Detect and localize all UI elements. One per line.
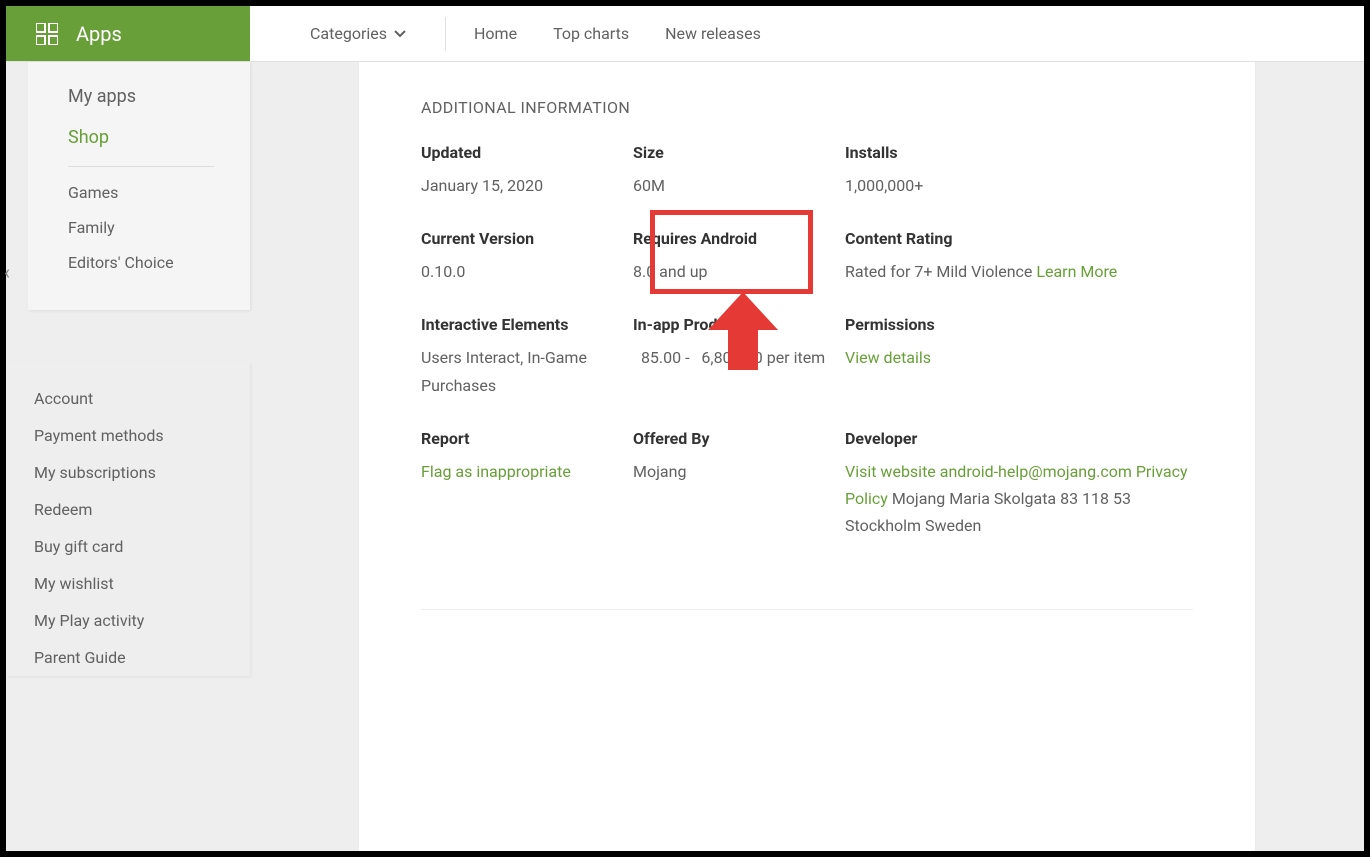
content-rating-line: Rated for 7+ [845,262,932,281]
top-bar: Apps Categories Home Top charts New rele… [6,6,1364,62]
info-label: Size [633,143,845,162]
brand-apps[interactable]: Apps [6,6,250,61]
sidebar-item-my-subscriptions[interactable]: My subscriptions [6,454,250,491]
info-label: Requires Android [633,229,845,248]
sidebar-divider [68,166,214,167]
nav-home[interactable]: Home [474,24,517,43]
sidebar-item-my-wishlist[interactable]: My wishlist [6,565,250,602]
sidebar-item-my-play-activity[interactable]: My Play activity [6,602,250,639]
view-details-link[interactable]: View details [845,348,931,367]
sidebar-item-editors-choice[interactable]: Editors' Choice [28,245,250,280]
learn-more-link[interactable]: Learn More [1036,262,1117,281]
sidebar-item-buy-gift-card[interactable]: Buy gift card [6,528,250,565]
info-label: Developer [845,429,1193,448]
nav-new-releases[interactable]: New releases [665,24,761,43]
info-value: January 15, 2020 [421,172,633,199]
sidebar-item-account[interactable]: Account [6,380,250,417]
info-value: 0.10.0 [421,258,633,285]
flag-inappropriate-link[interactable]: Flag as inappropriate [421,462,571,481]
sidebar-item-payment-methods[interactable]: Payment methods [6,417,250,454]
info-label: Updated [421,143,633,162]
sidebar-item-my-apps[interactable]: My apps [28,76,250,117]
info-value: Visit website android-help@mojang.com Pr… [845,458,1193,540]
sidebar-item-parent-guide[interactable]: Parent Guide [6,639,250,676]
collapse-sidebar-icon[interactable]: ‹ [4,260,10,284]
info-label: Current Version [421,229,633,248]
info-installs: Installs 1,000,000+ [845,143,1193,199]
brand-label: Apps [76,22,122,46]
info-value: Flag as inappropriate [421,458,633,485]
info-value: 1,000,000+ [845,172,1193,199]
top-nav-links: Home Top charts New releases [446,24,761,43]
main-content: ADDITIONAL INFORMATION Updated January 1… [250,62,1364,851]
sidebar-upper: My apps Shop Games Family Editors' Choic… [28,62,250,310]
info-updated: Updated January 15, 2020 [421,143,633,199]
info-inapp-products: In-app Products 85.00 - 6,800.00 per ite… [633,315,845,398]
visit-website-link[interactable]: Visit website [845,462,936,481]
info-label: Installs [845,143,1193,162]
developer-address-line: Mojang Maria Skolgata [892,489,1056,508]
developer-address-line: Sweden [925,516,981,535]
section-title: ADDITIONAL INFORMATION [421,98,1193,117]
sidebar-item-family[interactable]: Family [28,210,250,245]
sidebar-item-games[interactable]: Games [28,175,250,210]
info-current-version: Current Version 0.10.0 [421,229,633,285]
info-offered-by: Offered By Mojang [633,429,845,540]
sidebar-item-shop[interactable]: Shop [28,117,250,158]
sidebar: ‹ My apps Shop Games Family Editors' Cho… [6,62,250,851]
app-info-card: ADDITIONAL INFORMATION Updated January 1… [359,62,1255,851]
content-rating-line: Mild Violence [936,262,1032,281]
top-nav: Categories Home Top charts New releases [250,6,1364,61]
info-value: View details [845,344,1193,371]
info-interactive-elements: Interactive Elements Users Interact, In-… [421,315,633,398]
sidebar-lower: Account Payment methods My subscriptions… [6,362,250,676]
info-label: Content Rating [845,229,1193,248]
categories-label: Categories [310,24,387,43]
info-value: 8.0 and up [633,258,845,285]
info-value: 85.00 - 6,800.00 per item [633,344,845,371]
info-value: Users Interact, In-Game Purchases [421,344,633,398]
info-size: Size 60M [633,143,845,199]
apps-grid-icon [36,23,58,45]
info-value: 60M [633,172,845,199]
developer-email-link[interactable]: android-help@mojang.com [940,462,1132,481]
info-label: Interactive Elements [421,315,633,334]
card-divider [421,609,1193,610]
info-content-rating: Content Rating Rated for 7+ Mild Violenc… [845,229,1193,285]
info-report: Report Flag as inappropriate [421,429,633,540]
sidebar-item-redeem[interactable]: Redeem [6,491,250,528]
chevron-down-icon [393,27,407,41]
info-requires-android: Requires Android 8.0 and up [633,229,845,285]
info-label: Offered By [633,429,845,448]
info-label: In-app Products [633,315,845,334]
info-label: Report [421,429,633,448]
info-permissions: Permissions View details [845,315,1193,398]
info-label: Permissions [845,315,1193,334]
info-developer: Developer Visit website android-help@moj… [845,429,1193,540]
categories-dropdown[interactable]: Categories [310,17,446,51]
info-value: Rated for 7+ Mild Violence Learn More [845,258,1193,285]
info-value: Mojang [633,458,845,485]
nav-top-charts[interactable]: Top charts [553,24,629,43]
